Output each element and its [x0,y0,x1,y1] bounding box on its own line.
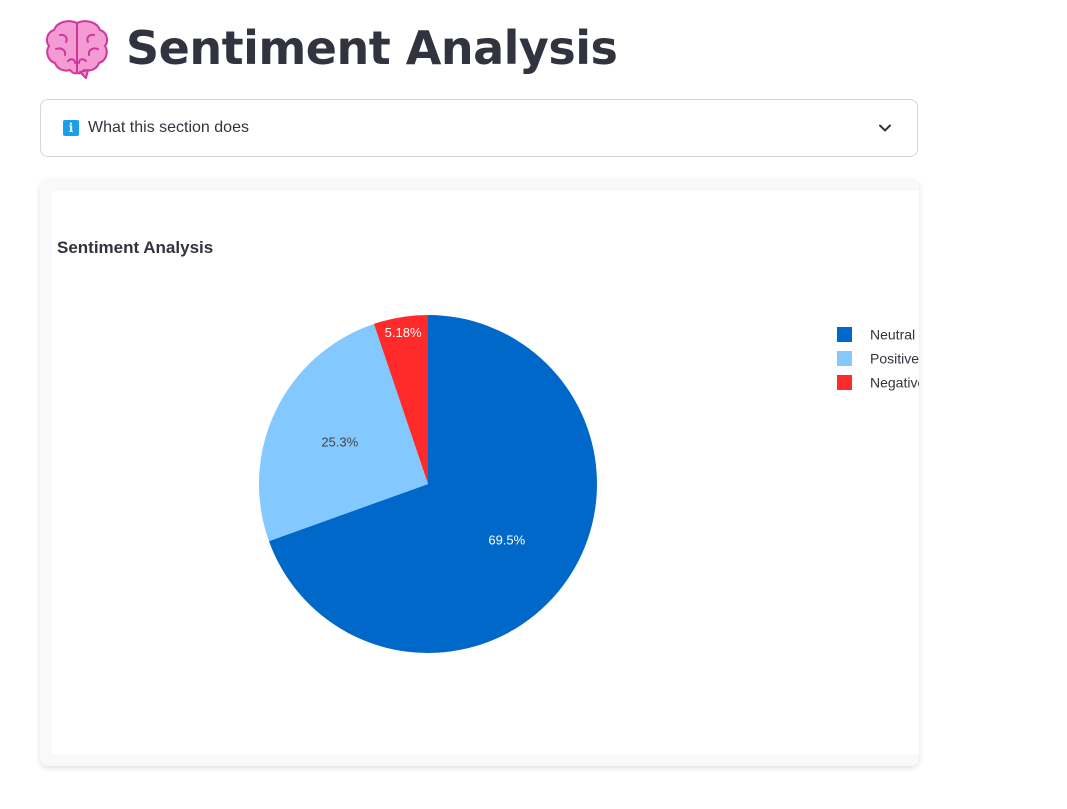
slice-label-neutral: 69.5% [488,532,525,547]
legend-swatch-negative [837,375,852,390]
brain-icon [45,20,109,79]
chart-title: Sentiment Analysis [57,238,213,257]
info-icon: i [63,120,79,136]
slice-label-negative: 5.18% [385,325,422,340]
slice-label-positive: 25.3% [321,434,358,449]
page-title: Sentiment Analysis [126,21,618,75]
legend-label-neutral: Neutral [870,327,915,343]
legend-swatch-neutral [837,327,852,342]
info-expander[interactable]: i What this section does [40,99,918,157]
legend-item-neutral[interactable]: Neutral [837,327,915,343]
chart-plot-area: Sentiment Analysis 69.5% 25.3% 5.18% Neutr… [52,191,919,754]
pie-chart[interactable]: Sentiment Analysis 69.5% 25.3% 5.18% Neutr… [52,191,919,754]
legend-label-positive: Positive [870,351,919,367]
chevron-down-icon[interactable] [877,120,893,136]
expander-label: What this section does [88,119,249,136]
chart-container: Sentiment Analysis 69.5% 25.3% 5.18% Neutr… [40,179,919,766]
legend-label-negative: Negative [870,375,919,391]
legend-item-negative[interactable]: Negative [837,375,919,391]
legend-swatch-positive [837,351,852,366]
legend-item-positive[interactable]: Positive [837,351,919,367]
app-page: Sentiment Analysis i What this section d… [0,0,1067,809]
page-header: Sentiment Analysis [44,14,618,82]
